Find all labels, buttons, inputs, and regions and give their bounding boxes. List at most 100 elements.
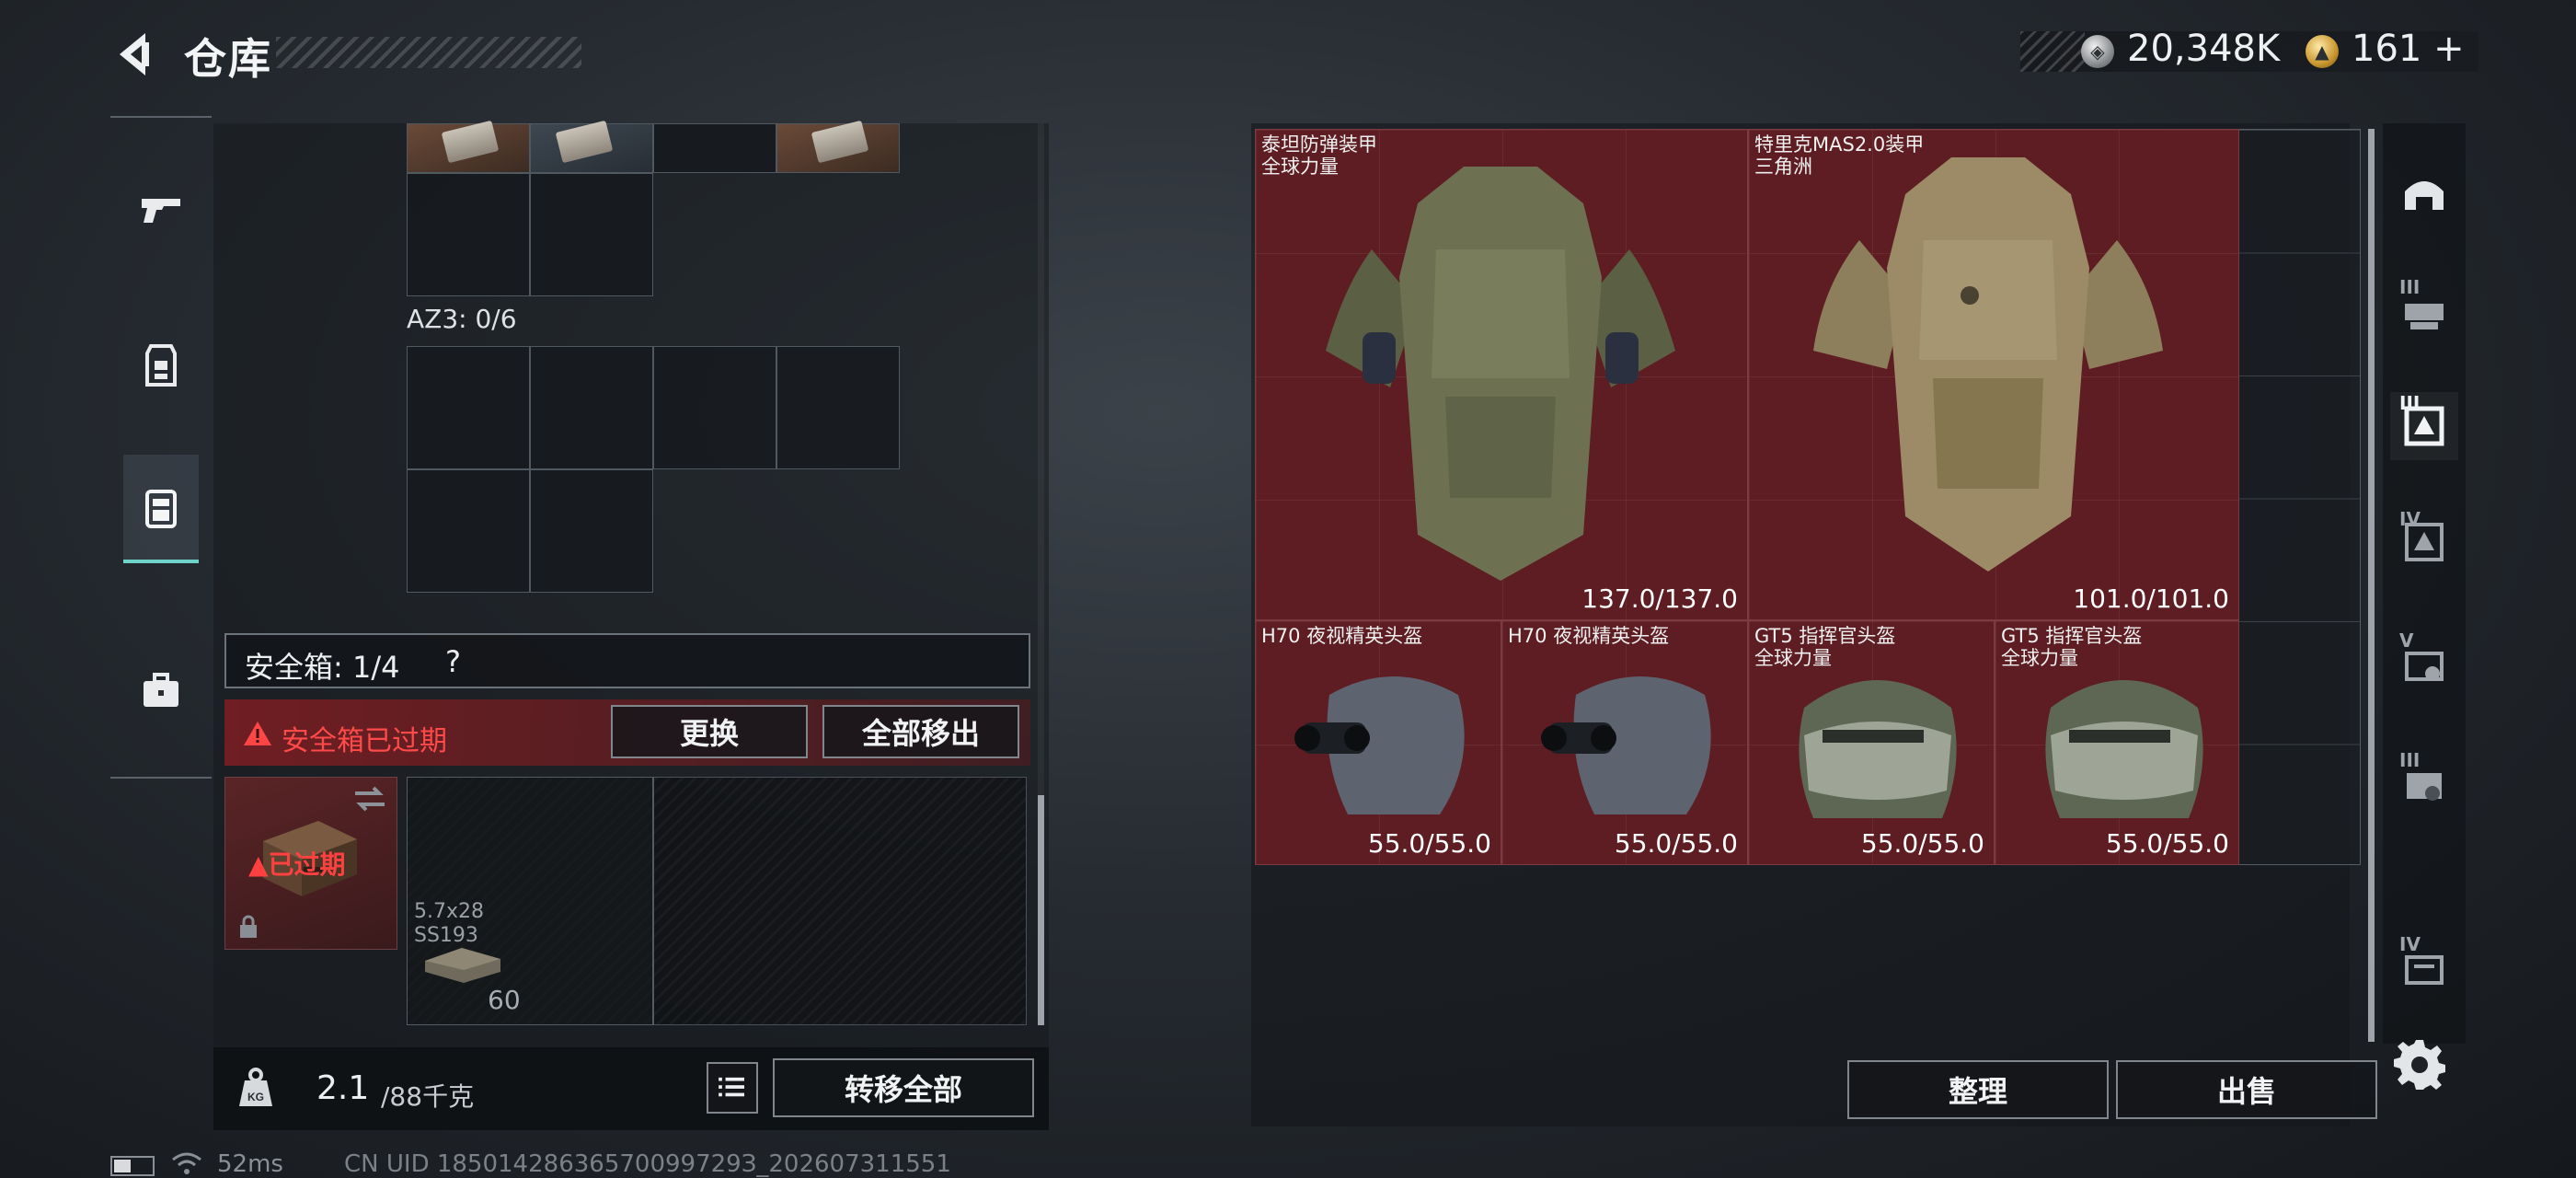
briefcase-icon xyxy=(144,673,178,707)
top-header: 仓库 ◈ 20,348K ▲ 161 + xyxy=(0,0,2576,110)
tab-helmet-all[interactable] xyxy=(2390,160,2458,228)
tab-tier-V-helmet[interactable]: V xyxy=(2390,629,2458,698)
tier-label: III xyxy=(2399,392,2421,414)
backpack-icon xyxy=(145,490,177,528)
gold-value: 161 xyxy=(2352,28,2422,70)
item-durability: 137.0/137.0 xyxy=(1581,583,1738,614)
move-all-out-button[interactable]: 全部移出 xyxy=(822,705,1019,758)
tab-tier-IV-armor[interactable]: IV xyxy=(2390,508,2458,576)
weight-icon: KG xyxy=(239,1068,272,1106)
inventory-slot[interactable] xyxy=(653,123,776,173)
inventory-slot[interactable] xyxy=(407,346,530,469)
gold-plus-icon[interactable]: + xyxy=(2433,28,2465,70)
item-name: H70 夜视精英头盔 xyxy=(1508,625,1670,647)
sort-button[interactable]: 整理 xyxy=(1847,1060,2109,1119)
warning-icon xyxy=(244,722,271,745)
list-icon xyxy=(719,1077,744,1097)
inventory-slot[interactable] xyxy=(530,173,653,296)
replace-button[interactable]: 更换 xyxy=(611,705,808,758)
weapons-tab[interactable] xyxy=(123,155,199,263)
list-view-button[interactable] xyxy=(707,1062,758,1114)
inventory-item-slot[interactable] xyxy=(776,120,900,173)
body-armor-image xyxy=(1326,167,1675,581)
item-durability: 55.0/55.0 xyxy=(2105,828,2229,859)
expired-notice: 安全箱已过期 xyxy=(282,725,447,757)
expired-badge-text: 已过期 xyxy=(268,849,346,880)
item-durability: 55.0/55.0 xyxy=(1860,828,1984,859)
stash-item-armor[interactable]: 特里克MAS2.0装甲 三角洲 101.0/101.0 xyxy=(1748,129,2239,620)
stash-scrollbar[interactable] xyxy=(2368,129,2375,1042)
lock-icon xyxy=(240,915,257,938)
inventory-scrollbar[interactable] xyxy=(1038,795,1044,1025)
gold-amount[interactable]: 161 + xyxy=(2352,28,2465,70)
tab-tier-III-rig[interactable]: III xyxy=(2390,276,2458,344)
medkit-item-icon xyxy=(441,120,500,164)
battery-level xyxy=(114,1160,131,1172)
ammo-box-image xyxy=(425,948,500,983)
expired-badge: ▲已过期 xyxy=(248,849,346,880)
night-vision-helmet-image xyxy=(1294,676,1465,814)
gold-coin-icon: ▲ xyxy=(2306,35,2339,68)
stash-filter-tabs: III III IV V III IV xyxy=(2383,123,2466,1044)
settings-gear-icon[interactable] xyxy=(2392,1036,2447,1091)
swap-icon[interactable] xyxy=(351,784,388,814)
inventory-slot[interactable] xyxy=(530,469,653,593)
safe-box-label: 安全箱: 1/4 xyxy=(245,650,400,685)
ammo-count: 60 xyxy=(488,985,521,1015)
tier-label: III xyxy=(2399,276,2421,298)
svg-text:KG: KG xyxy=(247,1091,264,1103)
stash-item-helmet[interactable]: H70 夜视精英头盔 55.0/55.0 xyxy=(1255,620,1501,865)
inventory-slot[interactable] xyxy=(530,346,653,469)
tab-tier-III-helmet[interactable]: III xyxy=(2390,749,2458,817)
supply-item-icon xyxy=(555,120,614,164)
weight-current: 2.1 xyxy=(316,1069,370,1107)
category-tabs xyxy=(110,116,212,779)
item-name: H70 夜视精英头盔 xyxy=(1261,625,1423,647)
transfer-all-button[interactable]: 转移全部 xyxy=(773,1058,1034,1117)
stash-item-armor[interactable]: 泰坦防弹装甲 全球力量 137.0/137.0 xyxy=(1255,129,1748,620)
inventory-slot[interactable] xyxy=(407,469,530,593)
inventory-item-slot[interactable] xyxy=(530,120,653,173)
title-stripe-decoration xyxy=(276,37,581,68)
visor-helmet-image xyxy=(2045,680,2203,818)
armor-rig-icon xyxy=(145,344,177,387)
tier-label: V xyxy=(2399,629,2414,652)
item-name: 泰坦防弹装甲 全球力量 xyxy=(1261,133,1377,178)
tab-tier-IV-case[interactable]: IV xyxy=(2390,933,2458,1001)
weight-max: /88千克 xyxy=(381,1081,475,1112)
hafcoin-icon: ◈ xyxy=(2081,35,2114,68)
money-amount: 20,348K xyxy=(2127,28,2281,70)
equipment-tab[interactable] xyxy=(123,311,199,420)
inventory-item-slot[interactable] xyxy=(407,120,530,173)
tier-label: IV xyxy=(2399,508,2421,530)
wifi-icon xyxy=(172,1152,201,1174)
stash-item-helmet[interactable]: GT5 指挥官头盔 全球力量 55.0/55.0 xyxy=(1748,620,1995,865)
backpack-tab[interactable] xyxy=(123,455,199,563)
stash-item-helmet[interactable]: H70 夜视精英头盔 55.0/55.0 xyxy=(1501,620,1748,865)
container-section-label: AZ3: 0/6 xyxy=(407,304,517,334)
item-durability: 101.0/101.0 xyxy=(2073,583,2229,614)
item-durability: 55.0/55.0 xyxy=(1367,828,1491,859)
inventory-slot[interactable] xyxy=(776,346,900,469)
tier-label: III xyxy=(2399,749,2421,771)
case-tab[interactable] xyxy=(123,637,199,745)
tab-tier-III-armor[interactable]: III xyxy=(2390,392,2458,460)
inventory-slot[interactable] xyxy=(653,346,776,469)
item-durability: 55.0/55.0 xyxy=(1614,828,1738,859)
item-name: GT5 指挥官头盔 全球力量 xyxy=(1754,625,1896,669)
sell-button[interactable]: 出售 xyxy=(2116,1060,2377,1119)
player-uid: CN UID 18501428636570099729З_20260731155… xyxy=(344,1150,951,1178)
item-name: GT5 指挥官头盔 全球力量 xyxy=(2001,625,2143,669)
inventory-slot[interactable] xyxy=(407,173,530,296)
help-icon[interactable]: ? xyxy=(445,644,461,679)
tier-label: IV xyxy=(2399,933,2421,955)
back-arrow-icon[interactable] xyxy=(109,28,162,81)
pistol-icon xyxy=(142,199,180,223)
ping-value: 52ms xyxy=(217,1150,283,1178)
page-title: 仓库 xyxy=(184,34,272,84)
medkit-item-icon xyxy=(811,120,869,164)
grid-divider xyxy=(653,777,654,1025)
helmet-filter-icon xyxy=(2405,181,2444,210)
item-name: 特里克MAS2.0装甲 三角洲 xyxy=(1754,133,1925,178)
stash-item-helmet[interactable]: GT5 指挥官头盔 全球力量 55.0/55.0 xyxy=(1995,620,2239,865)
